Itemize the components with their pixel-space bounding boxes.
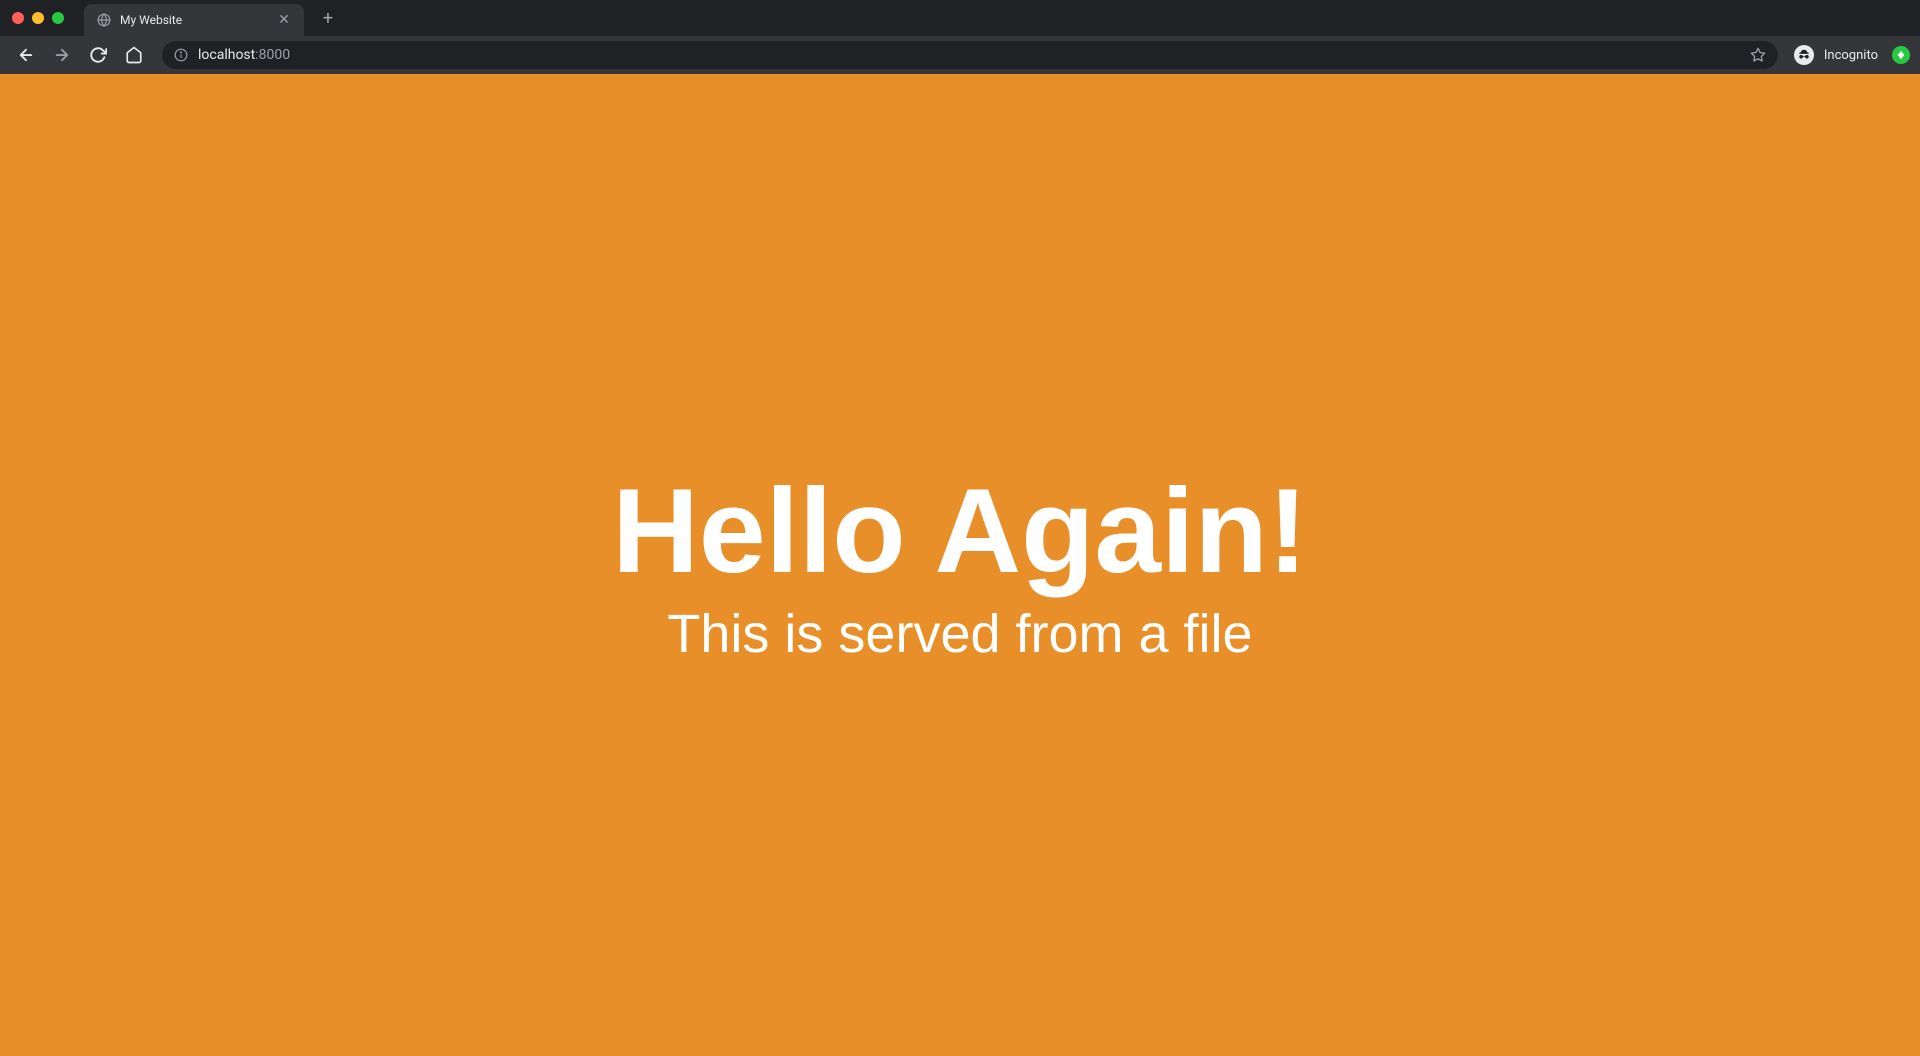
- url-host: localhost: [198, 47, 255, 63]
- reload-button[interactable]: [82, 39, 114, 71]
- home-button[interactable]: [118, 39, 150, 71]
- profile-badge[interactable]: [1892, 46, 1910, 64]
- bookmark-star-icon[interactable]: [1750, 47, 1766, 63]
- url-port: :8000: [255, 47, 290, 63]
- page-heading: Hello Again!: [612, 465, 1308, 597]
- page-subheading: This is served from a file: [667, 603, 1252, 665]
- new-tab-button[interactable]: +: [316, 6, 340, 30]
- forward-button[interactable]: [46, 39, 78, 71]
- site-info-icon[interactable]: [174, 48, 188, 62]
- window-maximize-button[interactable]: [52, 12, 64, 24]
- window-title-bar: My Website ✕ +: [0, 0, 1920, 36]
- window-controls: [12, 12, 64, 24]
- window-close-button[interactable]: [12, 12, 24, 24]
- window-minimize-button[interactable]: [32, 12, 44, 24]
- globe-icon: [96, 12, 112, 28]
- tab-close-button[interactable]: ✕: [276, 12, 292, 28]
- tab-title: My Website: [120, 13, 268, 27]
- browser-tab[interactable]: My Website ✕: [84, 4, 304, 36]
- incognito-icon[interactable]: [1794, 45, 1814, 65]
- browser-toolbar: localhost:8000 Incognito: [0, 36, 1920, 74]
- page-content: Hello Again! This is served from a file: [0, 74, 1920, 1056]
- back-button[interactable]: [10, 39, 42, 71]
- toolbar-right-controls: Incognito: [1794, 45, 1910, 65]
- incognito-label: Incognito: [1824, 48, 1878, 63]
- address-bar[interactable]: localhost:8000: [162, 41, 1778, 69]
- url-text: localhost:8000: [198, 47, 1740, 63]
